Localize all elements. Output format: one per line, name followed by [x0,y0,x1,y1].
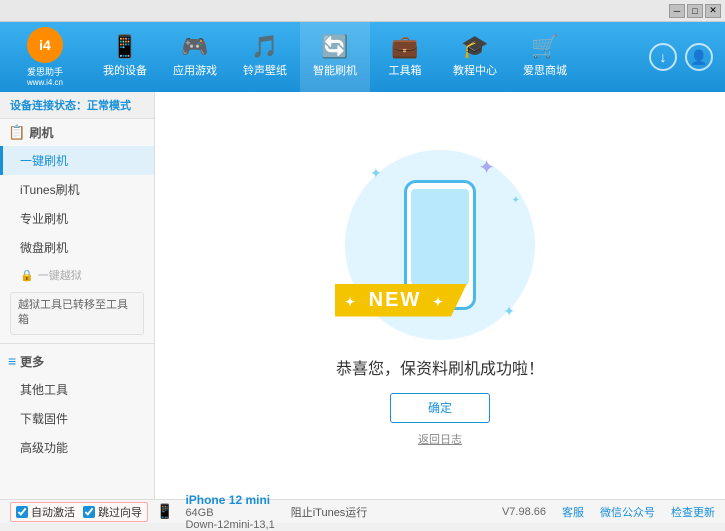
lock-icon: 🔒 [20,269,34,282]
download-button[interactable]: ↓ [649,43,677,71]
flash-section-icon: 📋 [8,124,25,141]
support-link[interactable]: 客服 [562,504,584,520]
nav-items: 📱 我的设备 🎮 应用游戏 🎵 铃声壁纸 🔄 智能刷机 💼 工具箱 🎓 教程中心… [90,22,649,92]
nav-tutorials[interactable]: 🎓 教程中心 [440,22,510,92]
success-text: 恭喜您，保资料刷机成功啦！ [336,355,544,379]
bottom-bar: 自动激活 跳过向导 📱 iPhone 12 mini 64GB Down-12m… [0,499,725,523]
phone-small-icon: 📱 [156,503,173,520]
version-text: V7.98.66 [502,506,546,518]
sparkle-2: ✦ [478,155,495,180]
checkbox-area: 自动激活 跳过向导 [10,502,148,522]
nav-wechat-shop[interactable]: 🛒 爱思商城 [510,22,580,92]
sparkle-3: ✦ [503,303,515,320]
new-stars-right: ✦ [433,295,445,309]
header: i4 爱思助手 www.i4.cn 📱 我的设备 🎮 应用游戏 🎵 铃声壁纸 🔄… [0,22,725,92]
smart-shop-icon: 🔄 [321,36,348,58]
confirm-button[interactable]: 确定 [390,393,490,423]
nav-my-device[interactable]: 📱 我的设备 [90,22,160,92]
sidebar-more-header: ≡ 更多 [0,348,154,375]
sparkle-1: ✦ [370,165,382,182]
minimize-button[interactable]: ─ [669,4,685,18]
more-section-icon: ≡ [8,353,16,369]
bottom-right: V7.98.66 客服 微信公众号 检查更新 [502,504,715,520]
sidebar-item-other-tools[interactable]: 其他工具 [0,375,154,404]
sidebar-item-pro-flash[interactable]: 专业刷机 [0,204,154,233]
logo-text: 爱思助手 www.i4.cn [27,65,63,87]
skip-wizard-item[interactable]: 跳过向导 [83,504,142,520]
logo-icon: i4 [27,27,63,63]
sparkle-4: ✦ [512,195,520,206]
sidebar-item-one-click-flash[interactable]: 一键刷机 [0,146,154,175]
logo-area: i4 爱思助手 www.i4.cn [0,27,90,87]
sidebar-item-download-firmware[interactable]: 下载固件 [0,404,154,433]
nav-toolbox[interactable]: 💼 工具箱 [370,22,440,92]
close-button[interactable]: ✕ [705,4,721,18]
phone-screen [411,189,469,285]
nav-ringtones[interactable]: 🎵 铃声壁纸 [230,22,300,92]
device-status: 设备连接状态：正常模式 [0,92,154,119]
restore-button[interactable]: □ [687,4,703,18]
update-link[interactable]: 检查更新 [671,504,715,520]
title-bar: ─ □ ✕ [0,0,725,22]
content-area: ✦ ✦ ✦ ✦ ✦ NEW ✦ 恭喜您，保资料刷机成功啦！ 确定 [155,92,725,499]
sidebar: 设备连接状态：正常模式 📋 刷机 一键刷机 iTunes刷机 专业刷机 微盘刷机… [0,92,155,499]
sidebar-item-advanced[interactable]: 高级功能 [0,433,154,462]
sidebar-flash-header: 📋 刷机 [0,119,154,146]
skip-wizard-checkbox[interactable] [83,506,95,518]
auto-activate-checkbox[interactable] [16,506,28,518]
device-area: 📱 iPhone 12 mini 64GB Down-12mini-13,1 [156,493,283,531]
ringtones-icon: 🎵 [251,36,278,58]
tutorials-icon: 🎓 [461,36,488,58]
jailbreak-notice: 越狱工具已转移至工具箱 [10,292,144,335]
new-stars-left: ✦ [345,295,357,309]
wechat-link[interactable]: 微信公众号 [600,504,655,520]
apps-games-icon: 🎮 [181,36,208,58]
user-button[interactable]: 👤 [685,43,713,71]
sidebar-divider-1 [0,343,154,344]
toolbox-icon: 💼 [391,36,418,58]
auto-activate-item[interactable]: 自动激活 [16,504,75,520]
sidebar-item-itunes-flash[interactable]: iTunes刷机 [0,175,154,204]
my-device-icon: 📱 [111,36,138,58]
stop-itunes-button[interactable]: 阻止iTunes运行 [291,504,368,520]
nav-smart-shop[interactable]: 🔄 智能刷机 [300,22,370,92]
nav-right: ↓ 👤 [649,43,725,71]
new-banner: ✦ NEW ✦ [335,284,467,317]
device-info: iPhone 12 mini 64GB Down-12mini-13,1 [177,493,282,531]
nav-apps-games[interactable]: 🎮 应用游戏 [160,22,230,92]
window-controls[interactable]: ─ □ ✕ [669,4,721,18]
wechat-shop-icon: 🛒 [531,36,558,58]
main-area: 设备连接状态：正常模式 📋 刷机 一键刷机 iTunes刷机 专业刷机 微盘刷机… [0,92,725,499]
sidebar-jailbreak-grayed: 🔒 一键越狱 [0,262,154,288]
phone-illustration: ✦ ✦ ✦ ✦ ✦ NEW ✦ [340,145,540,345]
new-banner-wrapper: ✦ NEW ✦ [335,284,467,317]
sidebar-item-save-flash[interactable]: 微盘刷机 [0,233,154,262]
back-link[interactable]: 返回日志 [418,431,462,447]
